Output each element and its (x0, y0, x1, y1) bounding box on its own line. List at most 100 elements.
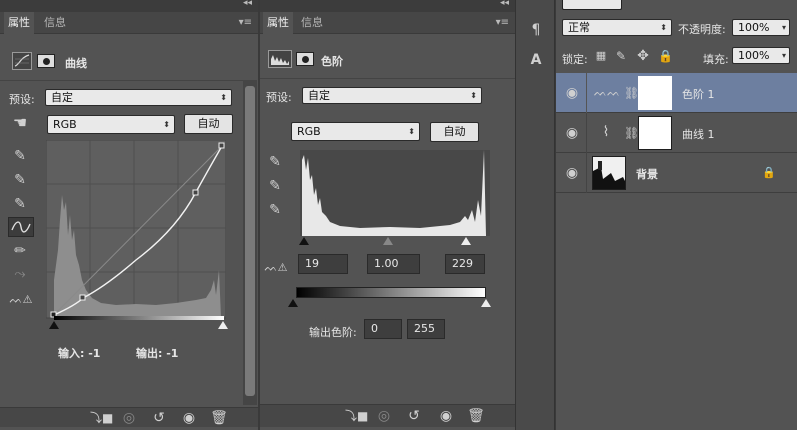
select-arrows-icon: ⬍ (220, 93, 227, 102)
scrollbar-thumb[interactable] (245, 86, 255, 396)
mask-icon[interactable] (296, 52, 314, 66)
curves-bottom-toolbar: ⤵■ ◎ ↺ ◉ 🗑 (0, 407, 258, 427)
view-previous-icon[interactable]: ◎ (120, 410, 138, 426)
layer-mask-thumbnail[interactable] (638, 76, 672, 110)
layers-empty-area (556, 193, 797, 430)
white-input-slider-icon[interactable] (461, 237, 471, 245)
panel-title: 色阶 (321, 55, 343, 68)
clip-to-layer-icon[interactable]: ⤵■ (345, 408, 368, 424)
gamma-slider-icon[interactable] (383, 237, 393, 245)
adjustment-divider (586, 73, 587, 113)
character-icon[interactable]: A (526, 52, 546, 68)
lock-pixels-icon[interactable]: ✎ (614, 48, 628, 64)
black-eyedropper-icon[interactable]: ✎ (265, 154, 285, 170)
layer-row-levels[interactable]: ◉ ᨓᨓ ⛓ 色阶 1 (556, 73, 797, 113)
clip-to-layer-icon[interactable]: ⤵■ (90, 410, 113, 426)
channel-select[interactable]: RGB ⬍ (47, 115, 175, 134)
smooth-icon[interactable]: ⤳ (10, 266, 30, 282)
levels-panel-topbar: ◂◂ (260, 0, 515, 12)
lock-all-icon[interactable]: 🔒 (658, 48, 673, 64)
tab-properties[interactable]: 属性 (4, 12, 34, 34)
preset-select[interactable]: 自定 ⬍ (302, 87, 482, 104)
tab-info[interactable]: 信息 (297, 12, 327, 34)
divider (260, 78, 515, 79)
fill-input[interactable]: 100% ▾ (732, 47, 790, 64)
curve-tool-icon[interactable] (8, 217, 34, 237)
trash-icon[interactable]: 🗑 (467, 408, 485, 424)
scrollbar[interactable] (243, 80, 257, 405)
panel-menu-icon[interactable]: ▾≡ (496, 17, 509, 28)
adjustment-divider (586, 113, 587, 153)
preset-label: 预设: (266, 91, 292, 104)
collapse-icon[interactable]: ◂◂ (243, 0, 252, 8)
gray-eyedropper-icon[interactable]: ✎ (10, 172, 30, 188)
auto-button[interactable]: 自动 (184, 114, 233, 134)
opacity-input[interactable]: 100% ▾ (732, 19, 790, 36)
layer-mask-thumbnail[interactable] (638, 116, 672, 150)
output-black-field[interactable]: 0 (364, 319, 402, 339)
pencil-icon[interactable]: ✏ (10, 243, 30, 259)
collapse-icon[interactable]: ◂◂ (500, 0, 509, 8)
mask-icon[interactable] (37, 54, 55, 68)
visibility-icon[interactable]: ◉ (180, 410, 198, 426)
white-point-slider-icon[interactable] (218, 321, 228, 329)
side-tool-strip: ¶ A (515, 0, 555, 430)
black-input-field[interactable]: 19 (298, 254, 348, 274)
layer-row-curves[interactable]: ◉ ⌇ ⛓ 曲线 1 (556, 113, 797, 153)
panel-menu-icon[interactable]: ▾≡ (239, 17, 252, 28)
tab-info[interactable]: 信息 (40, 12, 70, 34)
reset-icon[interactable]: ↺ (150, 410, 168, 426)
visibility-eye-icon[interactable]: ◉ (564, 125, 580, 141)
reset-icon[interactable]: ↺ (405, 408, 423, 424)
panel-title: 曲线 (65, 57, 87, 70)
preset-label: 预设: (9, 93, 35, 106)
layer-lock-icon: 🔒 (762, 166, 776, 179)
black-eyedropper-icon[interactable]: ✎ (10, 148, 30, 164)
curves-tabbar: 属性 信息 ▾≡ (0, 12, 258, 34)
white-eyedropper-icon[interactable]: ✎ (10, 196, 30, 212)
clipping-warning-icon[interactable]: ᨓ⚠ (263, 260, 289, 276)
view-previous-icon[interactable]: ◎ (375, 408, 393, 424)
output-readout: 输出: -1 (136, 347, 179, 360)
black-output-slider-icon[interactable] (288, 299, 298, 307)
layers-panel: 正常 ⬍ 不透明度: 100% ▾ 锁定: ▦ ✎ ✥ 🔒 填充: 100% ▾ ◉ … (556, 0, 797, 430)
curves-graph[interactable] (45, 139, 227, 330)
white-input-field[interactable]: 229 (445, 254, 485, 274)
link-chain-icon: ⛓ (624, 126, 640, 140)
levels-histogram (300, 150, 490, 236)
white-output-slider-icon[interactable] (481, 299, 491, 307)
layer-name[interactable]: 曲线 1 (682, 126, 715, 142)
layer-row-background[interactable]: ◉ 背景 🔒 (556, 153, 797, 193)
levels-layer-icon: ᨓᨓ (594, 86, 621, 99)
blend-mode-select[interactable]: 正常 ⬍ (562, 19, 672, 36)
gamma-input-field[interactable]: 1.00 (367, 254, 420, 274)
background-thumbnail[interactable] (592, 156, 626, 190)
lock-position-icon[interactable]: ✥ (636, 48, 650, 64)
hand-adjust-icon[interactable]: ☚ (8, 115, 32, 131)
channel-select[interactable]: RGB ⬍ (291, 122, 420, 141)
trash-icon[interactable]: 🗑 (210, 410, 228, 426)
visibility-icon[interactable]: ◉ (437, 408, 455, 424)
auto-button[interactable]: 自动 (430, 122, 479, 142)
black-input-slider-icon[interactable] (299, 237, 309, 245)
fill-label: 填充: (703, 53, 729, 66)
levels-panel: ◂◂ 属性 信息 ▾≡ 色阶 预设: 自定 ⬍ RGB ⬍ 自动 ✎ ✎ ✎ ᨓ⚠ … (260, 0, 515, 430)
input-readout: 输入: -1 (58, 347, 101, 360)
levels-adjustment-icon (268, 50, 292, 68)
filter-kind-select[interactable] (562, 0, 622, 10)
visibility-eye-icon[interactable]: ◉ (564, 165, 580, 181)
white-eyedropper-icon[interactable]: ✎ (265, 202, 285, 218)
paragraph-icon[interactable]: ¶ (526, 22, 546, 38)
layer-name[interactable]: 色阶 1 (682, 86, 715, 102)
gray-eyedropper-icon[interactable]: ✎ (265, 178, 285, 194)
tab-properties[interactable]: 属性 (263, 12, 293, 34)
layer-name[interactable]: 背景 (636, 166, 658, 182)
lock-label: 锁定: (562, 53, 588, 66)
clipping-warning-icon[interactable]: ᨓ⚠ (8, 292, 34, 308)
levels-bottom-toolbar: ⤵■ ◎ ↺ ◉ 🗑 (260, 404, 515, 427)
black-point-slider-icon[interactable] (49, 321, 59, 329)
preset-select[interactable]: 自定 ⬍ (45, 89, 232, 106)
lock-transparency-icon[interactable]: ▦ (594, 48, 608, 64)
output-white-field[interactable]: 255 (407, 319, 445, 339)
visibility-eye-icon[interactable]: ◉ (564, 85, 580, 101)
